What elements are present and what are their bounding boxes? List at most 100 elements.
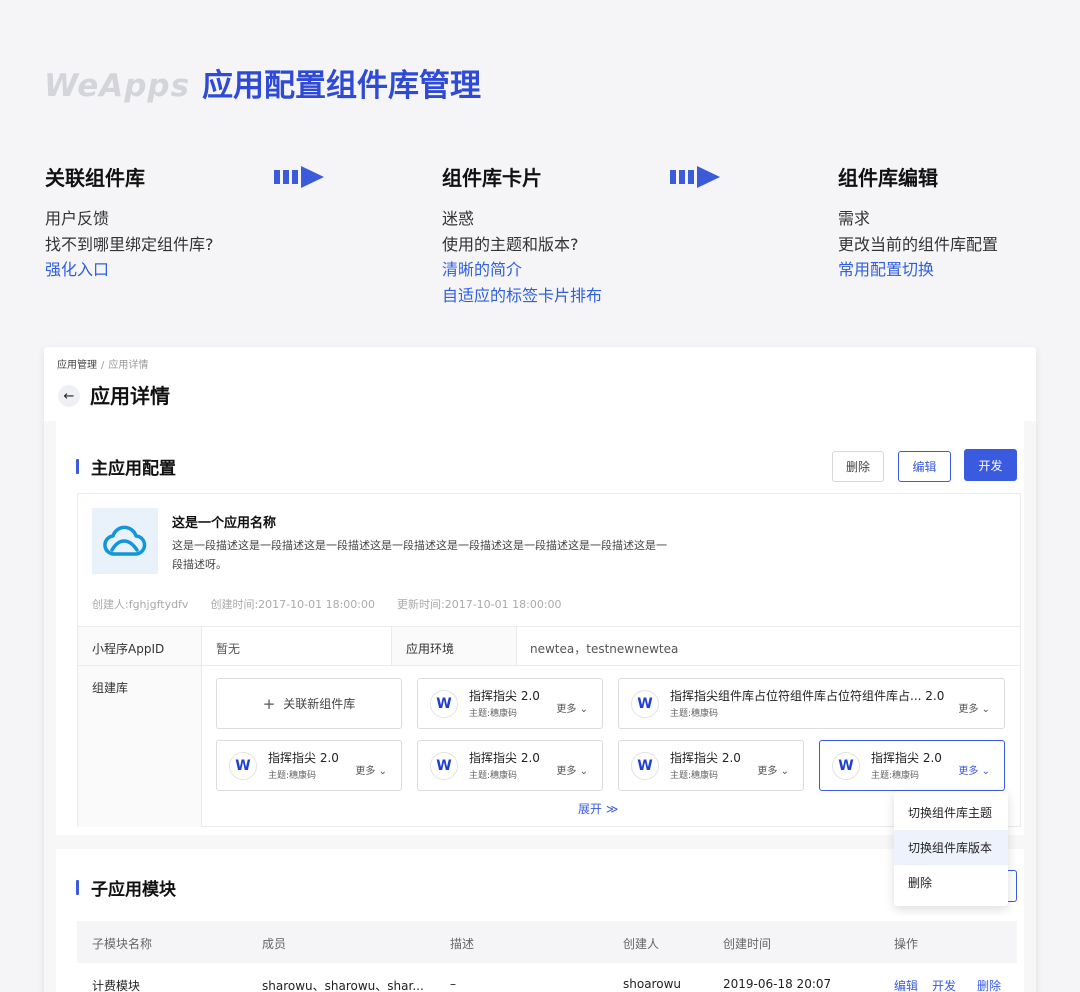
app-created-time: 创建时间:2017-10-01 18:00:00	[210, 598, 375, 611]
library-w-icon: W	[229, 752, 257, 780]
env-label: 应用环境	[391, 627, 517, 665]
app-description: 这是一段描述这是一段描述这是一段描述这是一段描述这是一段描述这是一段描述这是一段…	[172, 539, 667, 571]
module-description: –	[450, 977, 456, 991]
step-line-highlight: 清晰的简介	[442, 260, 523, 279]
step-line: 迷惑	[442, 209, 475, 228]
menu-item-switch-theme[interactable]: 切换组件库主题	[894, 795, 1008, 830]
library-w-icon: W	[631, 752, 659, 780]
module-created-time: 2019-06-18 20:07	[723, 977, 832, 991]
menu-item-switch-version[interactable]: 切换组件库版本	[894, 830, 1008, 865]
app-info-box: 这是一个应用名称 这是一段描述这是一段描述这是一段描述这是一段描述这是一段描述这…	[77, 493, 1021, 827]
library-w-icon: W	[832, 752, 860, 780]
chevron-down-icon: ⌄	[579, 766, 588, 777]
breadcrumb-separator: /	[101, 360, 105, 371]
column-header: 创建时间	[723, 937, 772, 951]
library-card[interactable]: W 指挥指尖 2.0 主题:穗康码 更多 ⌄	[216, 740, 402, 791]
library-more-dropdown[interactable]: 更多 ⌄	[355, 762, 387, 777]
step-line-highlight: 强化入口	[45, 260, 110, 279]
brand-title: 应用配置组件库管理	[202, 68, 482, 104]
library-more-dropdown[interactable]: 更多 ⌄	[958, 700, 990, 715]
add-library-button[interactable]: + 关联新组件库	[216, 678, 402, 729]
step-line-highlight: 自适应的标签卡片排布	[442, 285, 603, 305]
section-marker	[76, 459, 79, 474]
edit-button[interactable]: 编辑	[898, 451, 951, 482]
library-name: 指挥指尖组件库占位符组件库占位符组件库占... 2.0	[670, 689, 945, 703]
appid-row: 小程序AppID 暂无 应用环境 newtea，testnewnewtea	[78, 626, 1020, 665]
library-name: 指挥指尖 2.0	[268, 751, 339, 765]
section-title: 主应用配置	[76, 454, 176, 479]
library-card[interactable]: W 指挥指尖 2.0 主题:穗康码 更多 ⌄	[417, 740, 603, 791]
column-header: 描述	[450, 937, 475, 951]
app-creator: 创建人:fghjgftydfv	[92, 598, 189, 611]
brand-logo: WeApps	[44, 68, 191, 104]
step-line: 更改当前的组件库配置	[838, 234, 999, 254]
library-more-dropdown[interactable]: 更多 ⌄	[958, 762, 990, 777]
library-name: 指挥指尖 2.0	[670, 751, 741, 765]
column-header: 操作	[894, 937, 919, 951]
delete-button[interactable]: 删除	[832, 451, 884, 482]
library-more-dropdown[interactable]: 更多 ⌄	[556, 762, 588, 777]
develop-button[interactable]: 开发	[964, 449, 1017, 481]
column-header: 子模块名称	[92, 937, 153, 951]
library-theme: 主题:穗康码	[268, 771, 317, 781]
page-header: 应用管理 / 应用详情 ← 应用详情	[44, 347, 1036, 421]
row-edit-link[interactable]: 编辑	[894, 977, 918, 992]
chevron-down-icon: ⌄	[981, 766, 990, 777]
column-header: 创建人	[623, 937, 660, 951]
library-card[interactable]: W 指挥指尖 2.0 主题:穗康码 更多 ⌄	[618, 740, 804, 791]
sub-modules-panel: 子应用模块 子模块名称 成员 描述 创建人 创建时间 操作 计费模块 sharo…	[56, 849, 1024, 992]
chevron-down-icon: ⌄	[981, 704, 990, 715]
appid-value: 暂无	[216, 642, 241, 656]
back-button[interactable]: ←	[58, 385, 80, 407]
library-w-icon: W	[430, 752, 458, 780]
library-name: 指挥指尖 2.0	[871, 751, 942, 765]
library-card-active[interactable]: W 指挥指尖 2.0 主题:穗康码 更多 ⌄	[819, 740, 1005, 791]
library-more-dropdown[interactable]: 更多 ⌄	[757, 762, 789, 777]
step-link-library: 关联组件库 用户反馈 找不到哪里绑定组件库? 强化入口	[45, 162, 305, 283]
library-w-icon: W	[430, 690, 458, 718]
library-more-dropdown[interactable]: 更多 ⌄	[556, 700, 588, 715]
library-theme: 主题:穗康码	[469, 709, 518, 719]
library-more-menu: 切换组件库主题 切换组件库版本 删除	[894, 791, 1008, 906]
appid-label: 小程序AppID	[78, 627, 202, 665]
table-header: 子模块名称 成员 描述 创建人 创建时间 操作	[77, 921, 1017, 963]
row-delete-link[interactable]: 删除	[977, 977, 1001, 992]
library-theme: 主题:穗康码	[670, 771, 719, 781]
page-title: 应用详情	[90, 384, 170, 408]
library-theme: 主题:穗康码	[871, 771, 920, 781]
library-theme: 主题:穗康码	[670, 709, 719, 719]
app-name: 这是一个应用名称	[172, 516, 277, 531]
app-detail-window: 应用管理 / 应用详情 ← 应用详情 主应用配置 删除 编辑 开发 这是一个应用名称…	[44, 347, 1036, 992]
module-name: 计费模块	[92, 979, 141, 992]
row-develop-link[interactable]: 开发	[932, 977, 956, 992]
app-updated-time: 更新时间:2017-10-01 18:00:00	[397, 598, 562, 611]
brand-header: WeApps 应用配置组件库管理	[44, 60, 481, 105]
menu-item-delete[interactable]: 删除	[894, 865, 1008, 900]
module-members: sharowu、sharowu、shar...	[262, 979, 424, 992]
library-card[interactable]: W 指挥指尖 2.0 主题:穗康码 更多 ⌄	[417, 678, 603, 729]
column-header: 成员	[262, 937, 287, 951]
library-w-icon: W	[631, 690, 659, 718]
chevron-down-icon: ⌄	[780, 766, 789, 777]
flow-arrow-icon	[670, 166, 720, 188]
expand-button[interactable]: 展开 ≫	[578, 800, 618, 817]
app-meta: 创建人:fghjgftydfv 创建时间:2017-10-01 18:00:00…	[92, 596, 562, 612]
step-title: 组件库编辑	[838, 166, 938, 190]
library-card[interactable]: W 指挥指尖组件库占位符组件库占位符组件库占... 2.0 主题:穗康码 更多 …	[618, 678, 1005, 729]
chevron-down-icon: ⌄	[378, 766, 387, 777]
step-title: 关联组件库	[45, 166, 145, 190]
step-library-edit: 组件库编辑 需求 更改当前的组件库配置 常用配置切换	[838, 162, 1080, 283]
step-line: 找不到哪里绑定组件库?	[45, 234, 214, 254]
breadcrumb-app-management[interactable]: 应用管理	[57, 360, 97, 371]
cloud-icon	[92, 508, 158, 574]
step-line: 用户反馈	[45, 209, 110, 228]
breadcrumb: 应用管理 / 应用详情	[57, 356, 148, 371]
library-name: 指挥指尖 2.0	[469, 689, 540, 703]
env-value: newtea，testnewnewtea	[530, 642, 679, 656]
main-app-config-panel: 主应用配置 删除 编辑 开发 这是一个应用名称 这是一段描述这是一段描述这是一段…	[56, 421, 1024, 835]
libraries-row: 组建库 + 关联新组件库 W 指挥指尖 2.0 主题:穗康码 更多 ⌄ W 指挥指…	[78, 665, 1020, 827]
module-creator: shoarowu	[623, 977, 681, 991]
breadcrumb-current: 应用详情	[108, 360, 149, 371]
library-theme: 主题:穗康码	[469, 771, 518, 781]
chevron-down-icon: ⌄	[579, 704, 588, 715]
